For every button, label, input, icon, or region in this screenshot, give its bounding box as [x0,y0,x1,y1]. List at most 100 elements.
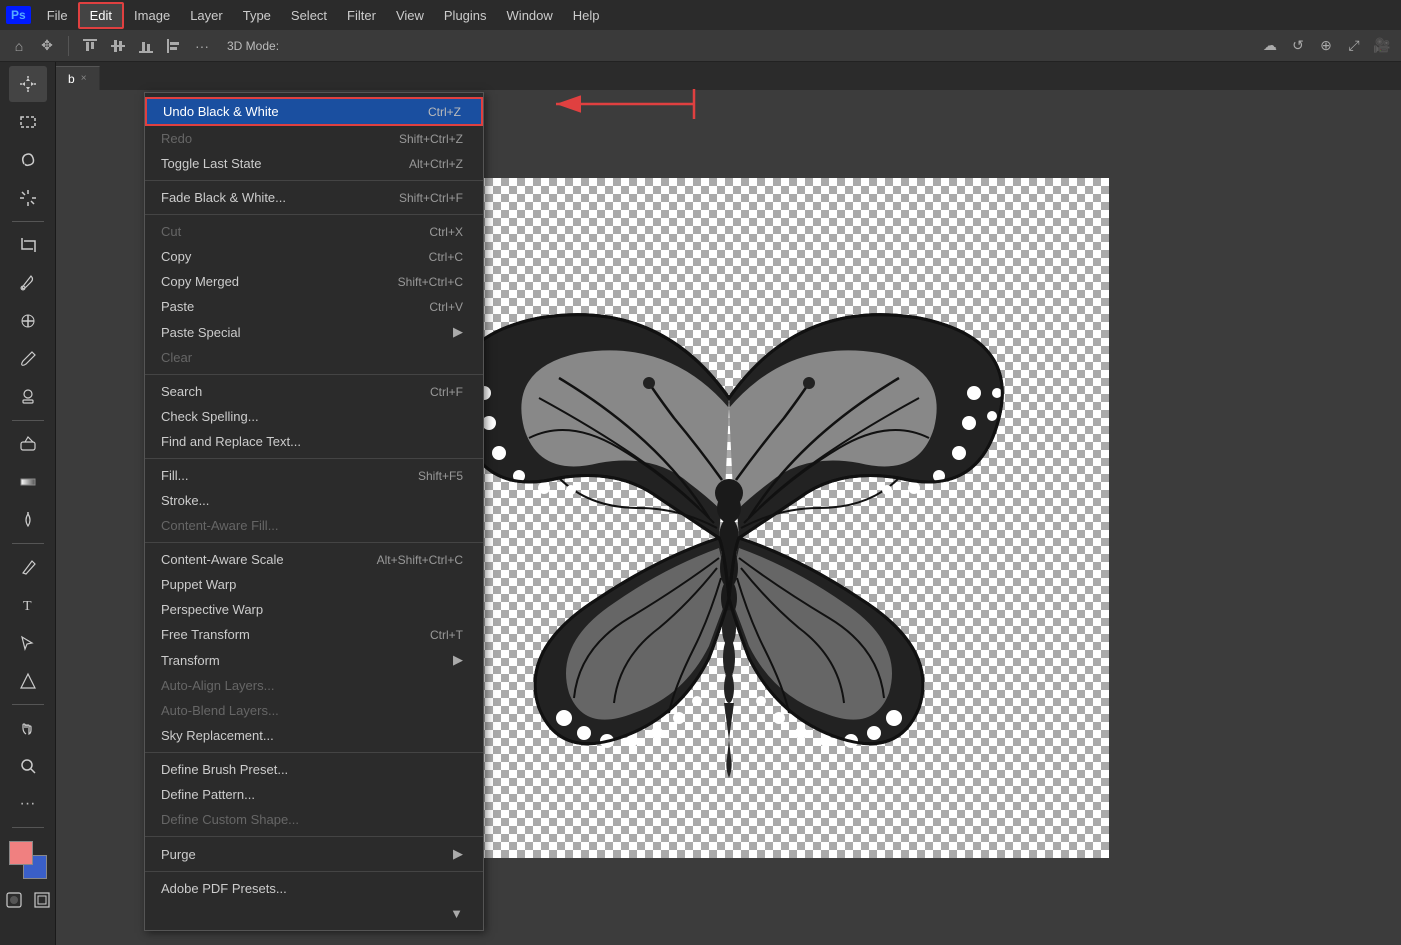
menu-item-define-brush[interactable]: Define Brush Preset... [145,757,483,782]
menu-item-find-replace[interactable]: Find and Replace Text... [145,429,483,454]
sep4 [145,458,483,459]
menu-item-paste[interactable]: Paste Ctrl+V [145,294,483,319]
align-top-icon[interactable] [79,35,101,57]
options-bar: ⌂ ✥ ··· 3D Mode: ☁ ↺ ⊕ ⤢ 🎥 [0,30,1401,62]
tool-marquee[interactable] [9,104,47,140]
undo-shortcut: Ctrl+Z [428,105,461,119]
menu-item-copy[interactable]: Copy Ctrl+C [145,244,483,269]
content-aware-scale-shortcut: Alt+Shift+Ctrl+C [377,553,463,567]
tool-pen[interactable] [9,549,47,585]
tab-bar: b × [56,62,1401,90]
align-vcenter-icon[interactable] [107,35,129,57]
tool-extra[interactable]: ··· [9,786,47,822]
menu-item-toggle[interactable]: Toggle Last State Alt+Ctrl+Z [145,151,483,176]
tool-text[interactable]: T [9,587,47,623]
3d-cloud-icon[interactable]: ☁ [1259,35,1281,57]
menu-item-auto-blend: Auto-Blend Layers... [145,698,483,723]
menu-item-transform[interactable]: Transform ▶ [145,647,483,673]
align-left-icon[interactable] [163,35,185,57]
quick-mask-icon[interactable] [2,889,26,911]
edit-dropdown-menu: Undo Black & White Ctrl+Z Redo Shift+Ctr… [144,92,484,931]
menu-item-perspective-warp[interactable]: Perspective Warp [145,597,483,622]
menu-item-copy-merged[interactable]: Copy Merged Shift+Ctrl+C [145,269,483,294]
cut-shortcut: Ctrl+X [429,225,463,239]
redo-label: Redo [161,131,379,146]
toolbar-sep-1 [12,221,44,222]
color-swatches[interactable] [9,841,47,879]
tab-close-button[interactable]: × [81,73,87,84]
menu-item-redo: Redo Shift+Ctrl+Z [145,126,483,151]
menu-type[interactable]: Type [233,4,281,27]
align-bottom-icon[interactable] [135,35,157,57]
sep7 [145,836,483,837]
more-options-icon[interactable]: ··· [191,35,213,57]
tool-hand[interactable] [9,710,47,746]
menu-file[interactable]: File [37,4,78,27]
menu-item-clear: Clear [145,345,483,370]
menu-item-stroke[interactable]: Stroke... [145,488,483,513]
menu-item-adobe-pdf[interactable]: Adobe PDF Presets... [145,876,483,901]
tool-shape[interactable] [9,663,47,699]
menu-plugins[interactable]: Plugins [434,4,497,27]
menu-image[interactable]: Image [124,4,180,27]
menu-help[interactable]: Help [563,4,610,27]
menu-item-fade[interactable]: Fade Black & White... Shift+Ctrl+F [145,185,483,210]
menu-item-cut: Cut Ctrl+X [145,219,483,244]
menu-item-purge[interactable]: Purge ▶ [145,841,483,867]
menu-item-free-transform[interactable]: Free Transform Ctrl+T [145,622,483,647]
menu-item-define-pattern[interactable]: Define Pattern... [145,782,483,807]
define-brush-label: Define Brush Preset... [161,762,463,777]
paste-special-arrow: ▶ [453,324,463,340]
menu-item-content-aware-scale[interactable]: Content-Aware Scale Alt+Shift+Ctrl+C [145,547,483,572]
sep6 [145,752,483,753]
menu-item-sky-replacement[interactable]: Sky Replacement... [145,723,483,748]
active-tab[interactable]: b × [56,66,100,90]
tool-magic-wand[interactable] [9,180,47,216]
menu-item-more[interactable]: ▼ [145,901,483,926]
menu-item-paste-special[interactable]: Paste Special ▶ [145,319,483,345]
3d-move-icon[interactable]: ⊕ [1315,35,1337,57]
3d-scale-icon[interactable]: ⤢ [1343,35,1365,57]
tool-eyedropper[interactable] [9,265,47,301]
menu-filter[interactable]: Filter [337,4,386,27]
tool-healing[interactable] [9,303,47,339]
toggle-label: Toggle Last State [161,156,389,171]
tool-eraser[interactable] [9,426,47,462]
move-icon[interactable]: ✥ [36,35,58,57]
tool-gradient[interactable] [9,464,47,500]
foreground-color-swatch[interactable] [9,841,33,865]
menu-item-check-spelling[interactable]: Check Spelling... [145,404,483,429]
clear-label: Clear [161,350,463,365]
tool-zoom[interactable] [9,748,47,784]
tool-crop[interactable] [9,227,47,263]
menu-select[interactable]: Select [281,4,337,27]
menu-view[interactable]: View [386,4,434,27]
toolbar-sep-2 [12,420,44,421]
define-custom-label: Define Custom Shape... [161,812,463,827]
transform-label: Transform [161,653,443,668]
menu-window[interactable]: Window [497,4,563,27]
fill-label: Fill... [161,468,398,483]
tool-lasso[interactable] [9,142,47,178]
3d-camera-icon[interactable]: 🎥 [1371,35,1393,57]
menu-item-puppet-warp[interactable]: Puppet Warp [145,572,483,597]
puppet-warp-label: Puppet Warp [161,577,463,592]
tool-stamp[interactable] [9,379,47,415]
tool-path-select[interactable] [9,625,47,661]
menu-item-undo[interactable]: Undo Black & White Ctrl+Z [145,97,483,126]
copy-shortcut: Ctrl+C [429,250,463,264]
tool-dodge[interactable] [9,502,47,538]
fill-shortcut: Shift+F5 [418,469,463,483]
menu-item-search[interactable]: Search Ctrl+F [145,379,483,404]
menu-layer[interactable]: Layer [180,4,233,27]
redo-shortcut: Shift+Ctrl+Z [399,132,463,146]
toggle-shortcut: Alt+Ctrl+Z [409,157,463,171]
3d-rotate-icon[interactable]: ↺ [1287,35,1309,57]
tool-brush[interactable] [9,341,47,377]
screen-mode-icon[interactable] [30,889,54,911]
tool-move[interactable] [9,66,47,102]
menu-edit[interactable]: Edit [78,2,124,29]
menu-item-fill[interactable]: Fill... Shift+F5 [145,463,483,488]
home-icon[interactable]: ⌂ [8,35,30,57]
define-pattern-label: Define Pattern... [161,787,463,802]
